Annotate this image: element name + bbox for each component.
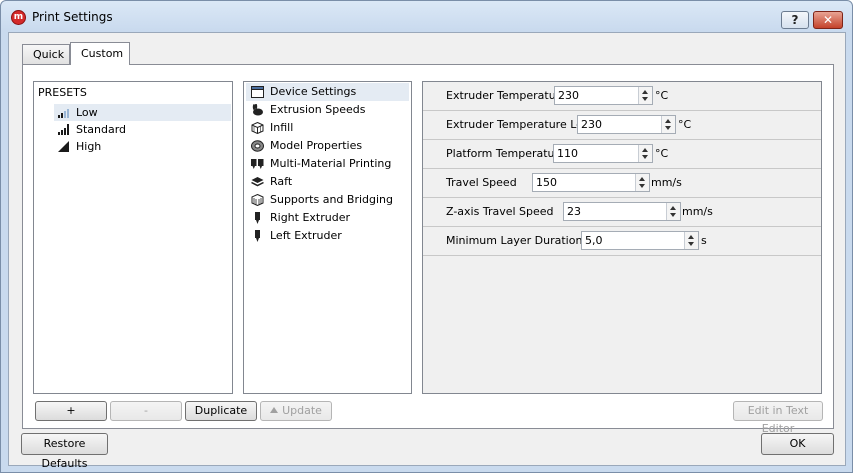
setting-row-extruder-temperature-left: Extruder Temperature Left 230 °C [423, 111, 821, 140]
tab-quick[interactable]: Quick [22, 44, 70, 64]
spinbox-value: 110 [557, 147, 578, 160]
setting-row-travel-speed: Travel Speed 150 mm/s [423, 169, 821, 198]
donut-icon [251, 140, 264, 152]
category-item-model-properties[interactable]: Model Properties [246, 137, 409, 155]
dual-extruder-icon [251, 158, 264, 170]
travel-speed-spinbox[interactable]: 150 [532, 173, 650, 192]
signal-medium-icon [58, 124, 70, 135]
window-title: Print Settings [32, 10, 113, 24]
z-axis-travel-speed-spinbox[interactable]: 23 [563, 202, 681, 221]
setting-label: Extruder Temperature [446, 89, 567, 102]
category-item-left-extruder[interactable]: Left Extruder [246, 227, 409, 245]
category-item-infill[interactable]: Infill [246, 119, 409, 137]
category-list[interactable]: Device Settings Extrusion Speeds Infill [243, 81, 412, 394]
spinbox-arrows[interactable] [684, 232, 698, 249]
category-label: Raft [270, 175, 293, 188]
update-preset-button[interactable]: Update [260, 401, 332, 421]
restore-defaults-button[interactable]: Restore Defaults [21, 433, 108, 470]
presets-header: PRESETS [38, 86, 87, 99]
category-item-supports-and-bridging[interactable]: Supports and Bridging [246, 191, 409, 209]
extruder-icon [251, 230, 264, 242]
spinbox-arrows[interactable] [661, 116, 675, 133]
print-settings-window: m Print Settings ? ✕ Quick Custom PRESET… [0, 0, 853, 473]
setting-row-extruder-temperature: Extruder Temperature 230 °C [423, 82, 821, 111]
preset-label: Low [76, 106, 98, 119]
spinbox-arrows[interactable] [635, 174, 649, 191]
category-label: Model Properties [270, 139, 363, 152]
category-label: Multi-Material Printing [270, 157, 392, 170]
preset-item-standard[interactable]: Standard [54, 121, 231, 138]
cube-icon [251, 121, 264, 135]
signal-low-icon [58, 107, 70, 118]
setting-row-platform-temperature: Platform Temperature 110 °C [423, 140, 821, 169]
extruder-icon [251, 212, 264, 224]
device-settings-panel: Extruder Temperature 230 °C Extruder Tem… [422, 81, 822, 394]
setting-row-minimum-layer-duration: Minimum Layer Duration 5,0 s [423, 227, 821, 256]
tab-custom[interactable]: Custom [70, 42, 130, 65]
help-button[interactable]: ? [781, 11, 809, 29]
setting-unit: °C [678, 118, 692, 131]
edit-in-text-editor-button[interactable]: Edit in Text Editor [733, 401, 823, 435]
spinbox-value: 5,0 [585, 234, 603, 247]
setting-label: Travel Speed [446, 176, 517, 189]
extruder-temperature-left-spinbox[interactable]: 230 [577, 115, 676, 134]
category-label: Device Settings [270, 85, 357, 98]
custom-tab-page: PRESETS Low Standard High Device Setting… [22, 64, 834, 435]
category-label: Right Extruder [270, 211, 351, 224]
category-item-raft[interactable]: Raft [246, 173, 409, 191]
spinbox-value: 230 [581, 118, 602, 131]
arrow-up-icon [270, 407, 279, 413]
setting-unit: °C [655, 89, 669, 102]
close-button[interactable]: ✕ [813, 11, 843, 29]
category-label: Supports and Bridging [270, 193, 394, 206]
setting-unit: mm/s [651, 176, 682, 189]
add-preset-button[interactable]: + [35, 401, 107, 421]
support-cube-icon [251, 193, 264, 207]
setting-row-z-axis-travel-speed: Z-axis Travel Speed 23 mm/s [423, 198, 821, 227]
preset-item-high[interactable]: High [54, 138, 231, 155]
spinbox-arrows[interactable] [638, 87, 652, 104]
duplicate-preset-button[interactable]: Duplicate [185, 401, 257, 421]
signal-high-icon [58, 141, 69, 152]
setting-label: Z-axis Travel Speed [446, 205, 554, 218]
setting-unit: mm/s [682, 205, 713, 218]
extruder-temperature-spinbox[interactable]: 230 [554, 86, 653, 105]
spinbox-value: 23 [567, 205, 581, 218]
update-label: Update [282, 404, 322, 417]
setting-label: Extruder Temperature Left [446, 118, 591, 131]
category-label: Extrusion Speeds [270, 103, 366, 116]
layers-icon [251, 176, 264, 188]
category-item-right-extruder[interactable]: Right Extruder [246, 209, 409, 227]
preset-label: Standard [76, 123, 127, 136]
setting-label: Platform Temperature [446, 147, 566, 160]
title-bar[interactable]: m Print Settings ? ✕ [1, 1, 852, 33]
category-item-multi-material-printing[interactable]: Multi-Material Printing [246, 155, 409, 173]
category-label: Left Extruder [270, 229, 342, 242]
spinbox-arrows[interactable] [666, 203, 680, 220]
rabbit-icon [251, 103, 264, 116]
spinbox-arrows[interactable] [638, 145, 652, 162]
makerbot-logo-icon: m [11, 10, 26, 25]
category-label: Infill [270, 121, 294, 134]
spinbox-value: 150 [536, 176, 557, 189]
spinbox-value: 230 [558, 89, 579, 102]
setting-unit: °C [655, 147, 669, 160]
window-icon [251, 86, 264, 98]
ok-button[interactable]: OK [761, 433, 834, 455]
minimum-layer-duration-spinbox[interactable]: 5,0 [581, 231, 699, 250]
category-item-device-settings[interactable]: Device Settings [246, 83, 409, 101]
platform-temperature-spinbox[interactable]: 110 [553, 144, 653, 163]
setting-unit: s [701, 234, 707, 247]
preset-label: High [76, 140, 102, 153]
dialog-client-area: Quick Custom PRESETS Low Standard High D… [8, 32, 846, 470]
setting-label: Minimum Layer Duration [446, 234, 583, 247]
presets-list[interactable]: PRESETS Low Standard High [33, 81, 233, 394]
preset-item-low[interactable]: Low [54, 104, 231, 121]
category-item-extrusion-speeds[interactable]: Extrusion Speeds [246, 101, 409, 119]
remove-preset-button[interactable]: - [110, 401, 182, 421]
